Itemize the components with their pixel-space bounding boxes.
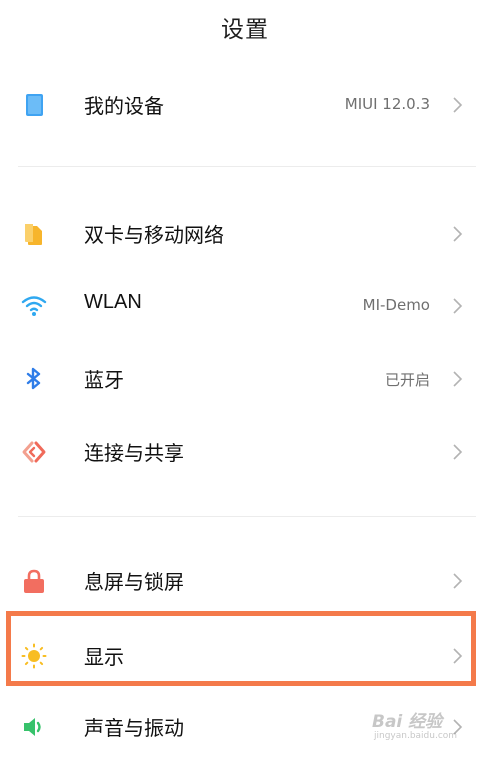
settings-item-lock-screen[interactable]: 息屏与锁屏 [0,553,490,609]
chevron-right-icon [452,572,463,590]
tablet-icon [21,92,47,118]
settings-item-sim-network[interactable]: 双卡与移动网络 [0,206,490,262]
chevron-right-icon [452,370,463,388]
settings-item-bluetooth[interactable]: 蓝牙 已开启 [0,351,490,407]
chevron-right-icon [452,225,463,243]
speaker-icon [21,714,47,740]
bluetooth-icon [21,366,47,392]
settings-item-value: MIUI 12.0.3 [344,95,430,113]
connection-share-icon [21,439,47,465]
page-title: 设置 [221,17,269,43]
chevron-right-icon [452,443,463,461]
sim-card-icon [21,221,47,247]
settings-item-label: 显示 [84,645,124,669]
settings-item-my-device[interactable]: 我的设备 MIUI 12.0.3 [0,77,490,133]
section-divider [18,516,476,517]
chevron-right-icon [452,96,463,114]
settings-item-wlan[interactable]: WLAN MI-Demo [0,278,490,334]
watermark-sub: jingyan.baidu.com [374,731,458,741]
settings-item-connection-sharing[interactable]: 连接与共享 [0,424,490,480]
lock-icon [21,568,47,594]
section-divider [18,166,476,167]
settings-item-label: 双卡与移动网络 [84,223,224,247]
settings-item-label: 声音与振动 [84,716,184,740]
settings-item-value: 已开启 [384,371,430,389]
settings-item-value: MI-Demo [362,296,430,314]
sun-icon [21,643,47,669]
settings-item-label: 蓝牙 [84,368,124,392]
wifi-icon [21,293,47,319]
watermark: Bai 经验 jingyan.baidu.com [372,707,472,749]
watermark-text: Bai 经验 [372,712,443,732]
chevron-right-icon [452,647,463,665]
settings-item-display[interactable]: 显示 [0,628,490,684]
settings-item-label: WLAN [84,291,142,313]
settings-item-label: 连接与共享 [84,441,184,465]
chevron-right-icon [452,297,463,315]
settings-item-label: 息屏与锁屏 [84,570,184,594]
settings-item-label: 我的设备 [84,94,164,118]
